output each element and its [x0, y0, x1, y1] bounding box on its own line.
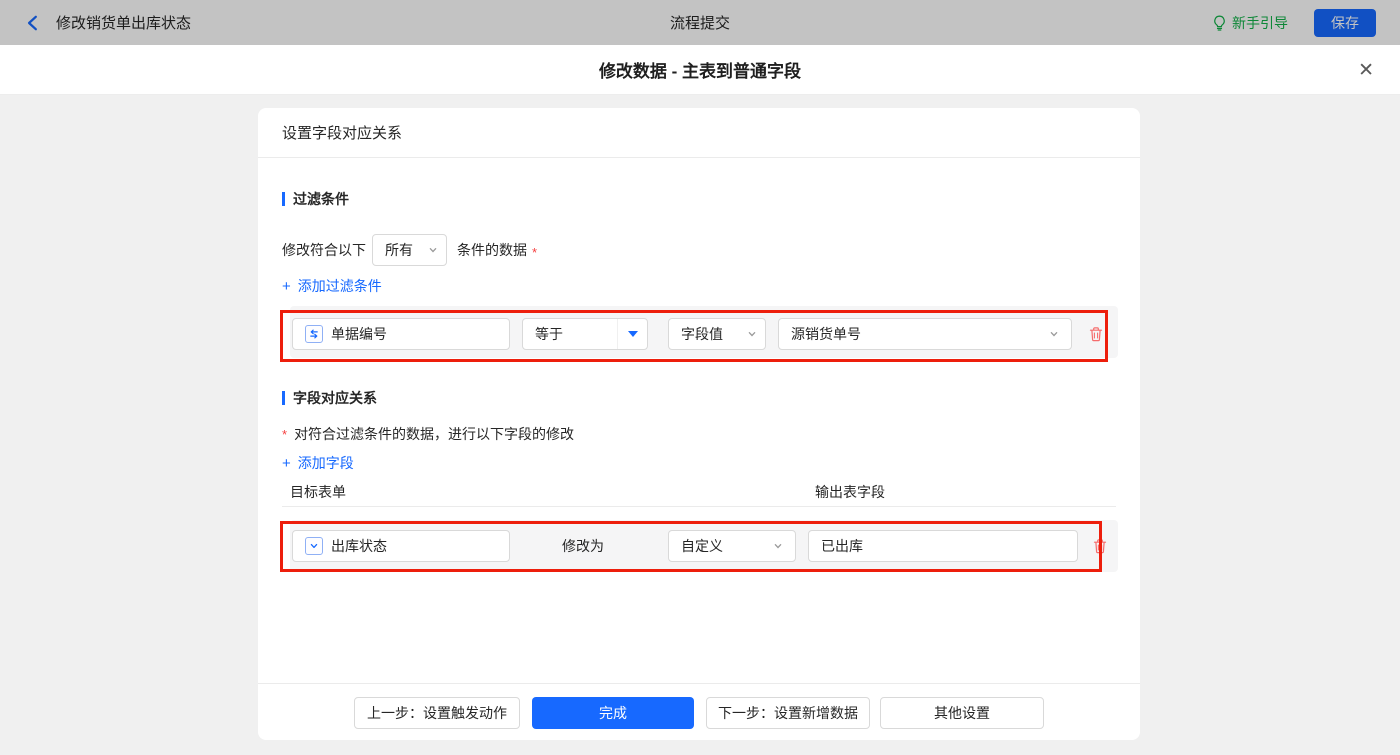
- beginner-guide-label: 新手引导: [1232, 13, 1288, 33]
- back-icon[interactable]: [24, 14, 42, 32]
- filter-field-value: 单据编号: [331, 324, 387, 344]
- match-suffix-label: 条件的数据: [457, 240, 527, 260]
- target-field-input[interactable]: 出库状态: [292, 530, 510, 562]
- match-condition-row: 修改符合以下 所有 条件的数据 *: [282, 234, 537, 266]
- other-settings-button[interactable]: 其他设置: [880, 697, 1044, 729]
- screen: 修改销货单出库状态 流程提交 新手引导 保存 修改数据 - 主表到普通字段 ✕ …: [0, 0, 1400, 755]
- section-accent-bar: [282, 192, 285, 206]
- dialog-body: 设置字段对应关系 过滤条件 修改符合以下 所有 条件的数据 * + 添: [0, 95, 1400, 755]
- delete-filter-row-icon[interactable]: [1088, 324, 1104, 344]
- mapping-hint-text: 对符合过滤条件的数据，进行以下字段的修改: [294, 424, 574, 444]
- add-filter-condition-label: 添加过滤条件: [298, 276, 382, 296]
- match-type-select[interactable]: 所有: [372, 234, 447, 266]
- modify-mode-select[interactable]: 自定义: [668, 530, 796, 562]
- operator-select[interactable]: 等于: [522, 318, 648, 350]
- filter-section-label: 过滤条件: [293, 189, 349, 209]
- chevron-down-icon: [747, 329, 757, 339]
- prev-step-button[interactable]: 上一步：设置触发动作: [354, 697, 520, 729]
- new-value-text: 已出库: [821, 536, 863, 556]
- filter-section-title: 过滤条件: [282, 189, 349, 209]
- select-field-icon: [305, 537, 323, 555]
- modify-mode-value: 自定义: [681, 536, 723, 556]
- match-type-value: 所有: [385, 240, 413, 260]
- plus-icon: +: [282, 279, 291, 294]
- column-header-output-field: 输出表字段: [815, 482, 885, 502]
- chevron-down-icon: [773, 541, 783, 551]
- filter-value: 源销货单号: [791, 324, 861, 344]
- dialog-header: 修改数据 - 主表到普通字段 ✕: [0, 45, 1400, 95]
- settings-card: 设置字段对应关系 过滤条件 修改符合以下 所有 条件的数据 * + 添: [258, 108, 1140, 740]
- filter-field-input[interactable]: 单据编号: [292, 318, 510, 350]
- column-header-target-form: 目标表单: [290, 482, 346, 502]
- value-type-value: 字段值: [681, 324, 723, 344]
- footer-divider: [258, 683, 1140, 684]
- mapping-section-title: 字段对应关系: [282, 388, 377, 408]
- match-prefix-label: 修改符合以下: [282, 240, 366, 260]
- filter-value-select[interactable]: 源销货单号: [778, 318, 1072, 350]
- close-icon[interactable]: ✕: [1358, 45, 1374, 95]
- target-field-value: 出库状态: [331, 536, 387, 556]
- mapping-section-label: 字段对应关系: [293, 388, 377, 408]
- topbar: 修改销货单出库状态 流程提交 新手引导 保存: [0, 0, 1400, 45]
- flow-title: 修改销货单出库状态: [56, 12, 191, 33]
- caret-down-icon: [628, 331, 638, 337]
- beginner-guide-link[interactable]: 新手引导: [1212, 13, 1288, 33]
- required-mark: *: [282, 427, 287, 442]
- value-type-select[interactable]: 字段值: [668, 318, 766, 350]
- required-mark: *: [532, 245, 537, 260]
- add-filter-condition-link[interactable]: + 添加过滤条件: [282, 276, 382, 296]
- delete-mapping-row-icon[interactable]: [1092, 536, 1108, 556]
- done-button[interactable]: 完成: [532, 697, 694, 729]
- card-header: 设置字段对应关系: [258, 108, 1140, 158]
- section-accent-bar: [282, 391, 285, 405]
- add-field-label: 添加字段: [298, 453, 354, 473]
- dialog-title: 修改数据 - 主表到普通字段: [599, 57, 801, 82]
- column-header-divider: [282, 506, 1116, 507]
- operator-dropdown-button[interactable]: [617, 319, 647, 349]
- plus-icon: +: [282, 456, 291, 471]
- topbar-right: 新手引导 保存: [1212, 9, 1376, 37]
- serial-number-field-icon: [305, 325, 323, 343]
- save-button[interactable]: 保存: [1314, 9, 1376, 37]
- mapping-hint: * 对符合过滤条件的数据，进行以下字段的修改: [282, 424, 574, 444]
- new-value-input[interactable]: 已出库: [808, 530, 1078, 562]
- topbar-left: 修改销货单出库状态: [24, 12, 191, 33]
- next-step-button[interactable]: 下一步：设置新增数据: [706, 697, 870, 729]
- modify-to-label: 修改为: [562, 530, 604, 562]
- chevron-down-icon: [1049, 329, 1059, 339]
- add-field-link[interactable]: + 添加字段: [282, 453, 354, 473]
- topbar-center-title: 流程提交: [670, 0, 730, 45]
- chevron-down-icon: [428, 245, 438, 255]
- operator-value: 等于: [535, 324, 563, 344]
- lightbulb-icon: [1212, 15, 1227, 31]
